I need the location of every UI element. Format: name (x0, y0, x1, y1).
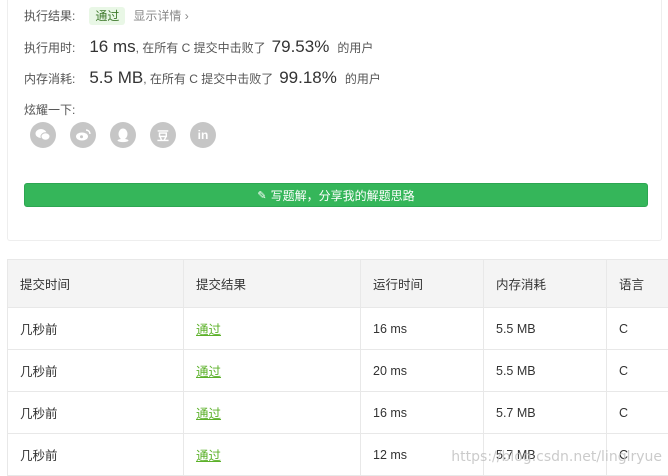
memory-row: 内存消耗: 5.5 MB , 在所有 C 提交中击败了 99.18% 的用户 (24, 68, 381, 88)
table-row: 几秒前 通过 16 ms 5.7 MB C (8, 392, 668, 434)
runtime-middle-text: , 在所有 C 提交中击败了 (136, 39, 266, 56)
cell-runtime: 16 ms (361, 308, 484, 350)
memory-label: 内存消耗: (24, 70, 75, 87)
table-row: 几秒前 通过 20 ms 5.5 MB C (8, 350, 668, 392)
cell-memory: 5.7 MB (484, 392, 607, 434)
runtime-suffix: 的用户 (337, 39, 373, 56)
cell-submit-time: 几秒前 (8, 350, 184, 392)
header-submit-time[interactable]: 提交时间 (8, 260, 184, 308)
result-label: 执行结果: (24, 7, 75, 24)
runtime-label: 执行用时: (24, 39, 75, 56)
share-row: 炫耀一下: (24, 101, 75, 118)
cell-runtime: 20 ms (361, 350, 484, 392)
write-solution-button[interactable]: ✎ 写题解，分享我的解题思路 (24, 183, 648, 207)
write-solution-label: 写题解，分享我的解题思路 (271, 187, 415, 204)
runtime-row: 执行用时: 16 ms , 在所有 C 提交中击败了 79.53% 的用户 (24, 37, 373, 57)
douban-icon[interactable]: 豆 (150, 122, 176, 148)
weibo-icon[interactable] (70, 122, 96, 148)
memory-value: 5.5 MB (89, 68, 143, 88)
share-label: 炫耀一下: (24, 101, 75, 118)
cell-submit-time: 几秒前 (8, 308, 184, 350)
wechat-icon[interactable] (30, 122, 56, 148)
cell-runtime: 16 ms (361, 392, 484, 434)
cell-result: 通过 (184, 392, 361, 434)
cell-language: C (607, 392, 668, 434)
cell-memory: 5.5 MB (484, 350, 607, 392)
linkedin-icon[interactable]: in (190, 122, 216, 148)
watermark: https://blog.csdn.net/linglryue (451, 449, 662, 465)
table-row: 几秒前 通过 16 ms 5.5 MB C (8, 308, 668, 350)
header-language[interactable]: 语言 (607, 260, 668, 308)
qq-icon[interactable] (110, 122, 136, 148)
cell-result: 通过 (184, 434, 361, 476)
pencil-icon: ✎ (257, 189, 266, 202)
cell-submit-time: 几秒前 (8, 392, 184, 434)
cell-result: 通过 (184, 308, 361, 350)
result-link[interactable]: 通过 (196, 449, 221, 463)
result-link[interactable]: 通过 (196, 365, 221, 379)
result-row: 执行结果: 通过 显示详情 › (24, 7, 189, 25)
show-details-link[interactable]: 显示详情 › (133, 7, 188, 24)
status-badge: 通过 (89, 7, 125, 25)
share-icons: 豆 in (30, 122, 216, 148)
cell-result: 通过 (184, 350, 361, 392)
memory-middle-text: , 在所有 C 提交中击败了 (143, 70, 273, 87)
memory-percent: 99.18% (279, 68, 337, 88)
cell-memory: 5.5 MB (484, 308, 607, 350)
header-submit-result[interactable]: 提交结果 (184, 260, 361, 308)
cell-language: C (607, 350, 668, 392)
runtime-percent: 79.53% (272, 37, 330, 57)
result-card: 执行结果: 通过 显示详情 › 执行用时: 16 ms , 在所有 C 提交中击… (7, 0, 662, 241)
result-link[interactable]: 通过 (196, 407, 221, 421)
cell-language: C (607, 308, 668, 350)
header-runtime[interactable]: 运行时间 (361, 260, 484, 308)
submission-table: 提交时间 提交结果 运行时间 内存消耗 语言 几秒前 通过 16 ms 5.5 … (7, 259, 668, 476)
runtime-value: 16 ms (89, 37, 135, 57)
memory-suffix: 的用户 (345, 70, 381, 87)
table-header-row: 提交时间 提交结果 运行时间 内存消耗 语言 (8, 260, 668, 308)
cell-submit-time: 几秒前 (8, 434, 184, 476)
result-link[interactable]: 通过 (196, 323, 221, 337)
header-memory[interactable]: 内存消耗 (484, 260, 607, 308)
